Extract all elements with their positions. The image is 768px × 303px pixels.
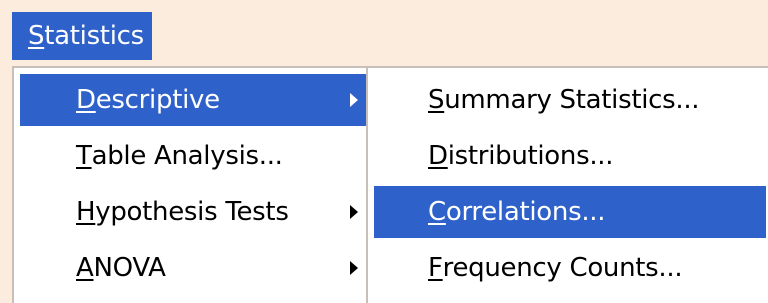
menu-item-mnemonic: D bbox=[76, 85, 96, 115]
menu-item-descriptive[interactable]: Descriptive bbox=[20, 74, 366, 126]
submenu-item-mnemonic: D bbox=[428, 141, 448, 171]
menu-item-label: NOVA bbox=[93, 253, 166, 283]
submenu-item-label: ummary Statistics... bbox=[444, 85, 700, 115]
submenu-arrow-icon bbox=[350, 205, 358, 219]
descriptive-submenu: Summary Statistics... Distributions... C… bbox=[366, 66, 768, 303]
menu-item-label: able Analysis... bbox=[91, 141, 283, 171]
submenu-item-distributions[interactable]: Distributions... bbox=[374, 130, 766, 182]
menu-item-label: ypothesis Tests bbox=[95, 197, 289, 227]
menu-statistics[interactable]: Statistics bbox=[12, 12, 152, 60]
submenu-item-correlations[interactable]: Correlations... bbox=[374, 186, 766, 238]
submenu-item-mnemonic: F bbox=[428, 253, 443, 283]
submenu-item-mnemonic: C bbox=[428, 197, 446, 227]
menu-statistics-label: tatistics bbox=[44, 21, 144, 51]
menu-item-label: escriptive bbox=[95, 85, 220, 115]
submenu-item-label: requency Counts... bbox=[442, 253, 683, 283]
submenu-item-frequency-counts[interactable]: Frequency Counts... bbox=[374, 242, 766, 294]
submenu-item-mnemonic: S bbox=[428, 85, 445, 115]
submenu-item-label: orrelations... bbox=[445, 197, 606, 227]
menu-item-mnemonic: H bbox=[76, 197, 96, 227]
menu-statistics-mnemonic: S bbox=[28, 21, 45, 51]
submenu-item-label: istributions... bbox=[447, 141, 614, 171]
menu-item-anova[interactable]: A NOVA bbox=[20, 242, 366, 294]
menu-item-mnemonic: T bbox=[76, 141, 92, 171]
menu-item-mnemonic: A bbox=[76, 253, 94, 283]
menu-item-hypothesis-tests[interactable]: Hypothesis Tests bbox=[20, 186, 366, 238]
submenu-arrow-icon bbox=[350, 93, 358, 107]
submenu-arrow-icon bbox=[350, 261, 358, 275]
submenu-item-summary-statistics[interactable]: Summary Statistics... bbox=[374, 74, 766, 126]
statistics-dropdown: Descriptive Table Analysis... Hypothesis… bbox=[12, 66, 374, 303]
menu-item-table-analysis[interactable]: Table Analysis... bbox=[20, 130, 366, 182]
